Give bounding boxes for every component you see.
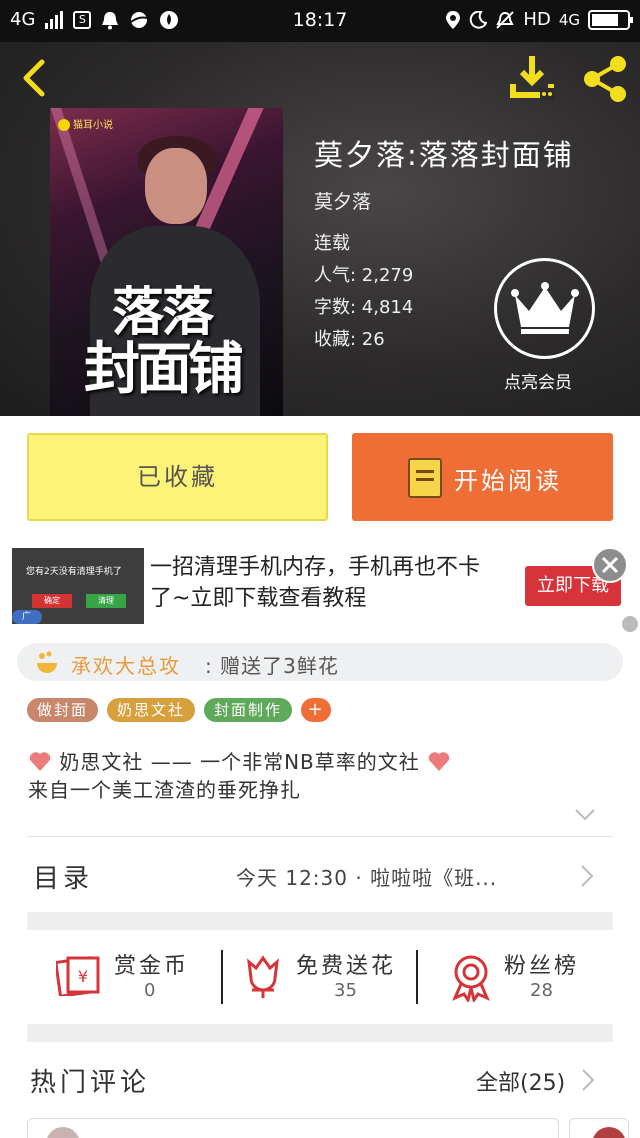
- ad-mark-icon[interactable]: [622, 616, 638, 632]
- section-band: [27, 1024, 613, 1042]
- stat-label: 免费送花: [296, 954, 397, 979]
- all-comments-link[interactable]: 全部(25): [476, 1065, 565, 1097]
- ad-image: 您有2天没有清理手机了 确定 清理 广告: [12, 548, 144, 636]
- book-word-count: 字数: 4,814: [314, 297, 414, 318]
- tag-list: 做封面 奶思文社 封面制作 +: [27, 698, 332, 722]
- vip-label[interactable]: 点亮会员: [504, 368, 572, 393]
- start-reading-label: 开始阅读: [454, 467, 562, 495]
- book-meta: 连载 人气: 2,279 字数: 4,814 收藏: 26: [314, 228, 413, 356]
- hot-comments-title: 热门评论: [30, 1068, 151, 1098]
- all-comments-chevron-icon[interactable]: [581, 1068, 595, 1092]
- cover-logo: 猫耳小说: [58, 116, 113, 131]
- divider: [27, 836, 613, 837]
- avatar[interactable]: [592, 1127, 626, 1138]
- ad-text: 一招清理手机内存，手机再也不卡了~立即下载查看教程: [150, 555, 481, 611]
- stat-separator: [416, 950, 418, 1004]
- book-detail-page: 4G S 18:17 HD 4G 猫耳小说 落落 封面铺 莫夕落:落落封面铺 莫…: [0, 0, 640, 1138]
- status-bar: 4G S 18:17 HD 4G: [0, 0, 640, 42]
- svg-text:¥: ¥: [78, 967, 88, 986]
- book-popularity: 人气: 2,279: [314, 265, 414, 286]
- intro-line2: 来自一个美工渣渣的垂死挣扎: [28, 778, 301, 802]
- stat-value: 35: [334, 980, 357, 1001]
- medal-icon: [452, 955, 490, 1002]
- toc-latest-chapter[interactable]: 今天 12:30 · 啦啦啦《班...: [236, 862, 556, 891]
- start-reading-button[interactable]: 开始阅读: [352, 433, 613, 521]
- mute-icon: [496, 10, 515, 29]
- collected-button[interactable]: 已收藏: [27, 433, 328, 521]
- cover-title-line2: 封面铺: [84, 336, 244, 402]
- comment-card[interactable]: [569, 1118, 629, 1138]
- book-author[interactable]: 莫夕落: [314, 187, 371, 214]
- book-title: 莫夕落:落落封面铺: [314, 138, 574, 172]
- stat-value: 0: [144, 980, 156, 1001]
- tag-item[interactable]: 奶思文社: [107, 698, 196, 722]
- gift-message: : 赠送了3鲜花: [205, 654, 339, 678]
- stat-label: 粉丝榜: [504, 954, 580, 979]
- book-intro: 奶思文社 —— 一个非常NB草率的文社 来自一个美工渣渣的垂死挣扎: [28, 748, 588, 804]
- book-header: 猫耳小说 落落 封面铺 莫夕落:落落封面铺 莫夕落 连载 人气: 2,279 字…: [0, 42, 640, 416]
- section-band: [27, 912, 613, 930]
- flower-gift-icon: [37, 651, 57, 673]
- heart-icon: [428, 752, 450, 771]
- gift-ticker[interactable]: 承欢大总攻 : 赠送了3鲜花: [17, 643, 623, 681]
- stat-separator: [221, 950, 223, 1004]
- book-favorites: 收藏: 26: [314, 329, 385, 350]
- comment-card[interactable]: [27, 1118, 559, 1138]
- fans-rank-stat[interactable]: 粉丝榜 28: [450, 946, 600, 1010]
- stat-label: 赏金币: [114, 954, 190, 979]
- ad-tag: 广告: [12, 610, 42, 636]
- book-status: 连载: [314, 233, 350, 254]
- network2-label: 4G: [558, 10, 580, 29]
- hd-label: HD: [523, 9, 551, 30]
- free-flower-stat[interactable]: 免费送花 35: [244, 946, 414, 1010]
- heart-icon: [29, 752, 51, 771]
- reward-coins-stat[interactable]: ¥ 赏金币 0: [56, 946, 206, 1010]
- download-icon[interactable]: [506, 54, 558, 102]
- crown-icon: [511, 282, 579, 334]
- toc-chevron-icon[interactable]: [580, 864, 594, 888]
- tag-item[interactable]: 封面制作: [204, 698, 293, 722]
- red-envelope-icon: ¥: [56, 956, 100, 996]
- battery-icon: [588, 9, 633, 30]
- avatar[interactable]: [46, 1127, 80, 1138]
- status-right: HD 4G: [445, 9, 633, 30]
- moon-icon: [470, 10, 488, 29]
- book-cover[interactable]: 猫耳小说 落落 封面铺: [50, 108, 283, 416]
- intro-line1: 奶思文社 —— 一个非常NB草率的文社: [28, 748, 588, 776]
- location-icon: [446, 10, 461, 29]
- tag-item[interactable]: 做封面: [27, 698, 99, 722]
- back-icon[interactable]: [16, 58, 52, 98]
- book-icon: [408, 458, 442, 498]
- flower-icon: [247, 955, 279, 998]
- vip-crown-button[interactable]: [494, 258, 595, 359]
- ad-close-icon[interactable]: [592, 547, 628, 583]
- share-icon[interactable]: [580, 54, 630, 104]
- add-tag-button[interactable]: +: [301, 698, 332, 722]
- expand-chevron-icon[interactable]: [574, 808, 596, 822]
- toc-label[interactable]: 目录: [33, 858, 93, 895]
- gift-user[interactable]: 承欢大总攻: [71, 650, 181, 679]
- ad-banner[interactable]: 您有2天没有清理手机了 确定 清理 广告 一招清理手机内存，手机再也不卡了~立即…: [0, 540, 640, 636]
- stat-value: 28: [530, 980, 553, 1001]
